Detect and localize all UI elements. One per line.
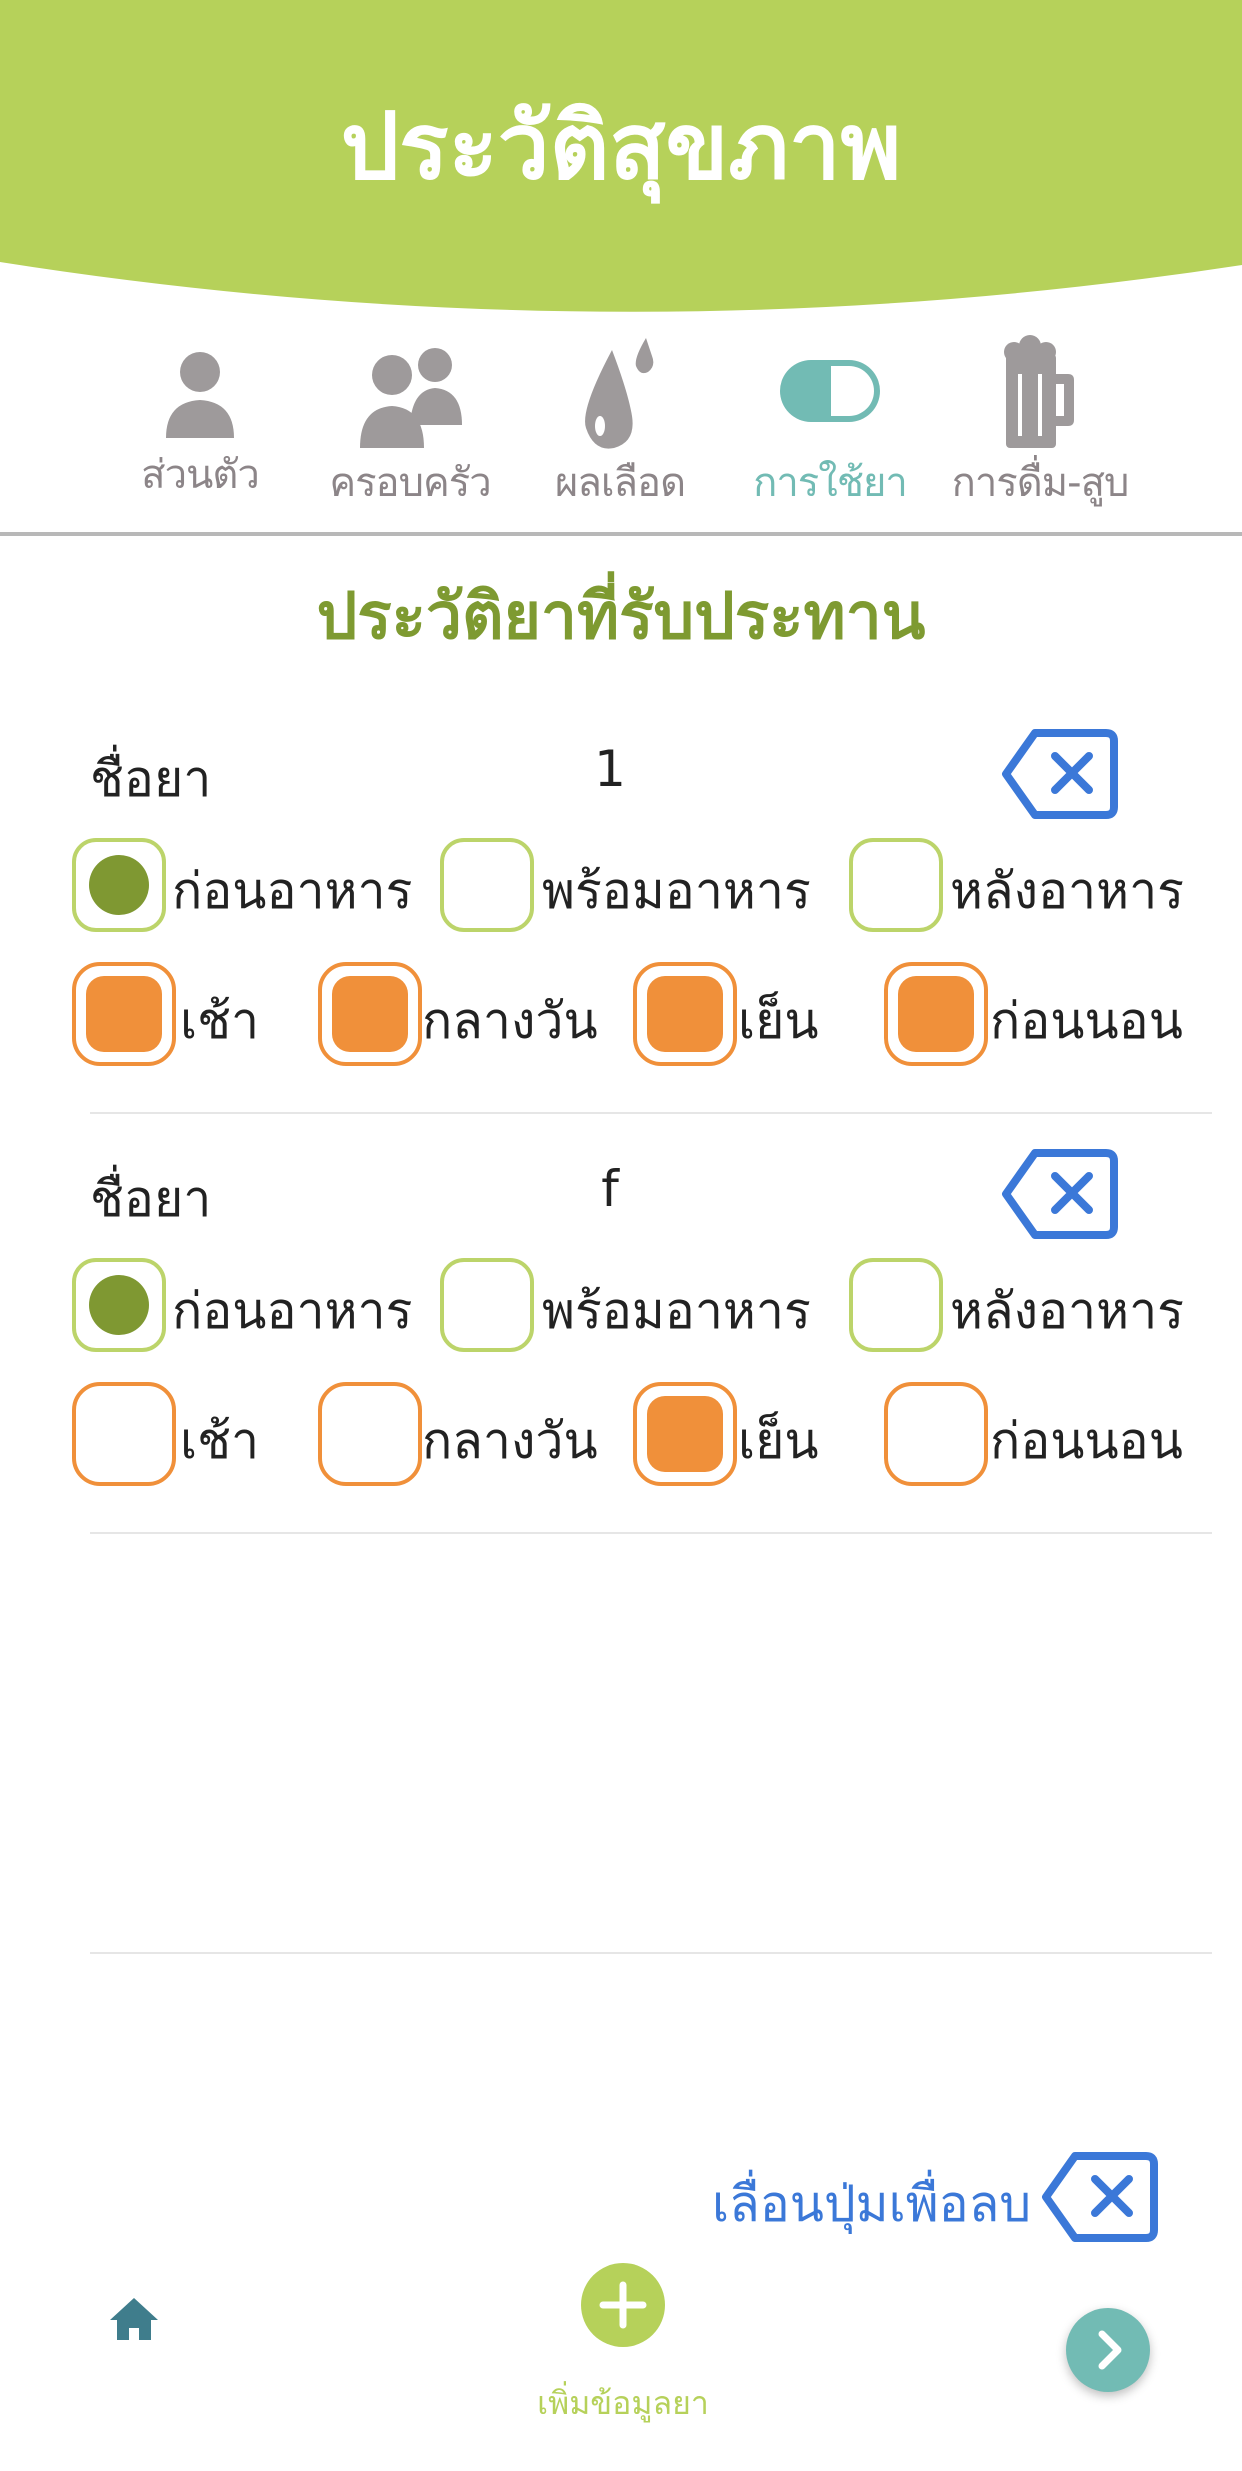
checkbox-with-meal[interactable] (440, 1258, 534, 1352)
beer-mug-icon (1004, 335, 1074, 448)
blood-drop-icon (585, 338, 654, 449)
chevron-right-icon (1098, 2330, 1122, 2370)
divider (90, 1112, 1212, 1114)
category-tabs: ส่วนตัว ครอบครัว ผลเลือด การใช้ยา การดื่… (0, 330, 1242, 530)
medication-entry: ชื่อยา 1 ก่อนอาหาร พร้อมอาหาร หลังอาหาร … (0, 729, 1242, 1160)
family-icon (360, 348, 462, 448)
tab-family[interactable]: ครอบครัว (310, 330, 510, 530)
checkbox-evening[interactable] (633, 962, 737, 1066)
tab-label: การดื่ม-สูบ (951, 460, 1130, 506)
option-label: กลางวัน (422, 992, 598, 1050)
next-button[interactable] (1066, 2308, 1150, 2392)
tab-medication[interactable]: การใช้ยา (730, 330, 930, 530)
medication-entry: ชื่อยา f ก่อนอาหาร พร้อมอาหาร หลังอาหาร … (0, 1149, 1242, 1580)
section-title: ประวัติยาที่รับประทาน (316, 580, 926, 654)
checkbox-bedtime[interactable] (884, 962, 988, 1066)
add-medication-button[interactable] (581, 2263, 665, 2347)
tab-blood[interactable]: ผลเลือด (520, 330, 720, 530)
tab-label: ครอบครัว (329, 460, 491, 506)
checkbox-noon[interactable] (318, 1382, 422, 1486)
checkbox-noon[interactable] (318, 962, 422, 1066)
option-label: เย็น (738, 992, 819, 1050)
header: ประวัติสุขภาพ (0, 0, 1242, 330)
tab-personal[interactable]: ส่วนตัว (100, 330, 300, 530)
medication-name[interactable]: f (560, 1160, 660, 1218)
option-label: กลางวัน (422, 1412, 598, 1470)
tab-label: การใช้ยา (753, 460, 908, 506)
checkbox-with-meal[interactable] (440, 838, 534, 932)
divider (90, 1532, 1212, 1534)
add-medication-label[interactable]: เพิ่มข้อมูลยา (500, 2378, 746, 2429)
option-label: ก่อนอาหาร (172, 1282, 413, 1340)
option-label: พร้อมอาหาร (542, 1282, 811, 1340)
plus-icon (599, 2281, 647, 2329)
checkbox-morning[interactable] (72, 962, 176, 1066)
delete-icon (1042, 2152, 1158, 2242)
medication-name-label: ชื่อยา (90, 750, 212, 808)
option-label: พร้อมอาหาร (542, 862, 811, 920)
page-title: ประวัติสุขภาพ (340, 93, 902, 200)
option-label: ก่อนนอน (990, 1412, 1183, 1470)
medication-name[interactable]: 1 (560, 740, 660, 798)
option-label: ก่อนอาหาร (172, 862, 413, 920)
divider (90, 1952, 1212, 1954)
option-label: เช้า (180, 992, 260, 1050)
swipe-to-delete-hint: เลื่อนปุ่มเพื่อลบ (712, 2175, 1032, 2233)
option-label: หลังอาหาร (950, 1282, 1185, 1340)
home-icon[interactable] (108, 2292, 160, 2344)
medication-name-label: ชื่อยา (90, 1170, 212, 1228)
option-label: หลังอาหาร (950, 862, 1185, 920)
option-label: เช้า (180, 1412, 260, 1470)
delete-icon[interactable] (1000, 1145, 1120, 1245)
option-label: ก่อนนอน (990, 992, 1183, 1050)
checkbox-after-meal[interactable] (849, 838, 943, 932)
checkbox-after-meal[interactable] (849, 1258, 943, 1352)
option-label: เย็น (738, 1412, 819, 1470)
checkbox-before-meal[interactable] (72, 1258, 166, 1352)
delete-icon[interactable] (1000, 725, 1120, 825)
tab-label: ผลเลือด (554, 460, 686, 506)
pill-icon (780, 360, 880, 422)
checkbox-evening[interactable] (633, 1382, 737, 1486)
tab-label: ส่วนตัว (141, 452, 260, 498)
person-icon (166, 352, 234, 438)
tab-divider (0, 532, 1242, 536)
checkbox-morning[interactable] (72, 1382, 176, 1486)
checkbox-bedtime[interactable] (884, 1382, 988, 1486)
checkbox-before-meal[interactable] (72, 838, 166, 932)
tab-drink-smoke[interactable]: การดื่ม-สูบ (940, 330, 1140, 530)
